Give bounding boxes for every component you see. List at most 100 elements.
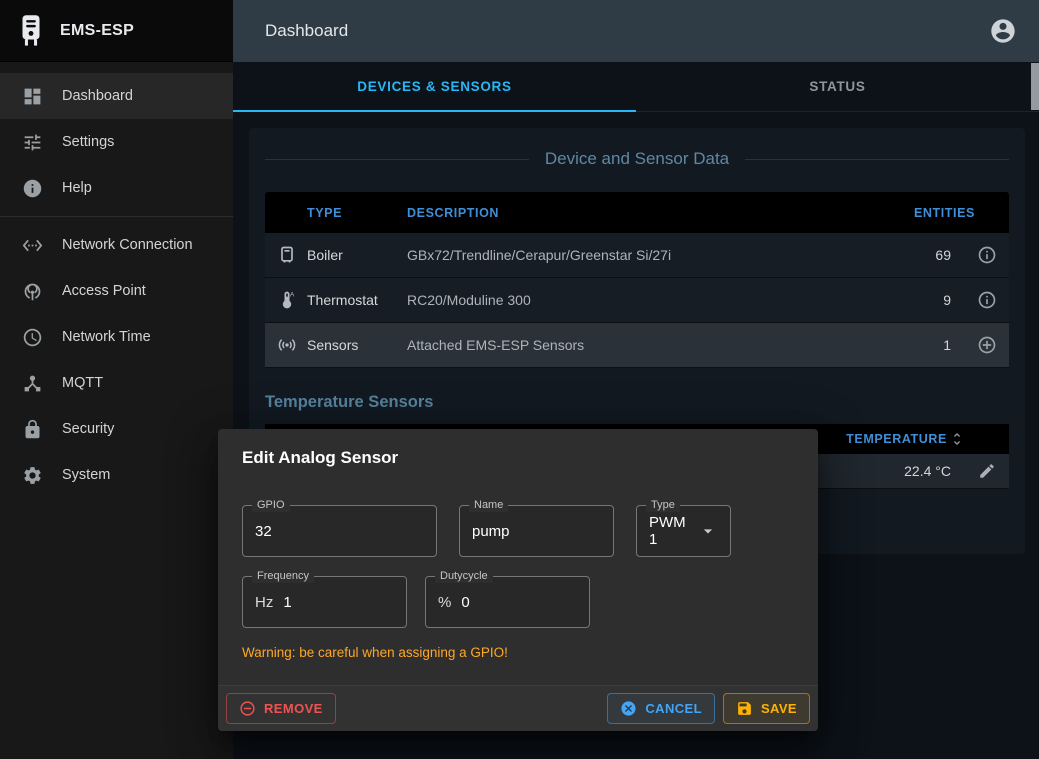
chevron-down-icon	[698, 521, 718, 541]
section-heading: Device and Sensor Data	[265, 148, 1009, 170]
tab-devices-sensors[interactable]: DEVICES & SENSORS	[233, 62, 636, 111]
account-circle-icon[interactable]	[989, 17, 1017, 45]
sidebar-item-mqtt[interactable]: MQTT	[0, 360, 233, 406]
remove-button-label: REMOVE	[264, 701, 323, 716]
wifi-tethering-icon	[22, 281, 43, 302]
sidebar-item-label: Dashboard	[62, 88, 133, 104]
gpio-field-value: 32	[255, 523, 272, 540]
device-entities-count: 9	[943, 292, 965, 308]
sidebar-item-access-point[interactable]: Access Point	[0, 268, 233, 314]
edit-icon[interactable]	[978, 462, 996, 480]
clock-icon	[22, 327, 43, 348]
sidebar-item-label: Settings	[62, 134, 114, 150]
device-description: RC20/Moduline 300	[407, 292, 885, 308]
sidebar-nav: Dashboard Settings Help Network Connec	[0, 62, 233, 498]
sidebar-item-label: MQTT	[62, 375, 103, 391]
table-row-thermostat[interactable]: A Thermostat RC20/Moduline 300 9	[265, 278, 1009, 323]
device-table: TYPE DESCRIPTION ENTITIES Boiler GBx72/T…	[265, 192, 1009, 368]
divider-line	[745, 159, 1009, 160]
sidebar-item-label: Network Connection	[62, 237, 193, 253]
info-circle-icon[interactable]	[977, 290, 997, 310]
sidebar-item-label: Access Point	[62, 283, 146, 299]
column-header-entities: ENTITIES	[914, 206, 1009, 220]
sidebar-item-label: Security	[62, 421, 114, 437]
frequency-field-label: Frequency	[252, 570, 314, 583]
dutycycle-field[interactable]: Dutycycle % 0	[425, 576, 590, 628]
sidebar-item-label: Help	[62, 180, 92, 196]
column-header-temperature[interactable]: TEMPERATURE	[846, 431, 965, 447]
appbar: Dashboard	[233, 0, 1039, 62]
sidebar-item-network-time[interactable]: Network Time	[0, 314, 233, 360]
dutycycle-field-label: Dutycycle	[435, 570, 493, 583]
cancel-icon	[620, 700, 637, 717]
dutycycle-field-value: 0	[461, 594, 469, 611]
type-select-value: PWM 1	[649, 514, 698, 548]
tab-label: STATUS	[809, 79, 865, 94]
frequency-unit-adornment: Hz	[255, 594, 273, 611]
save-icon	[736, 700, 753, 717]
sidebar-item-label: Network Time	[62, 329, 151, 345]
temperature-value: 22.4 °C	[904, 463, 965, 479]
thermostat-icon: A	[277, 290, 297, 310]
dashboard-icon	[22, 86, 43, 107]
remove-button[interactable]: REMOVE	[226, 693, 336, 724]
device-type: Thermostat	[307, 292, 407, 308]
scrollbar[interactable]	[1031, 62, 1039, 759]
sidebar-item-help[interactable]: Help	[0, 165, 233, 211]
add-circle-icon[interactable]	[977, 335, 997, 355]
dutycycle-unit-adornment: %	[438, 594, 451, 611]
sidebar-divider	[0, 216, 233, 217]
sort-icon	[949, 431, 965, 447]
info-circle-icon[interactable]	[977, 245, 997, 265]
divider-line	[265, 159, 529, 160]
device-description: Attached EMS-ESP Sensors	[407, 337, 885, 353]
dialog-footer: REMOVE CANCEL SAVE	[218, 685, 818, 731]
scrollbar-thumb[interactable]	[1031, 63, 1039, 110]
sidebar-item-settings[interactable]: Settings	[0, 119, 233, 165]
sensors-icon	[277, 335, 297, 355]
name-field-value: pump	[472, 523, 510, 540]
sidebar-header: EMS-ESP	[0, 0, 233, 62]
gpio-warning-text: Warning: be careful when assigning a GPI…	[242, 645, 508, 660]
device-hub-icon	[22, 373, 43, 394]
section-title: Device and Sensor Data	[545, 149, 729, 169]
boiler-logo-icon	[16, 14, 46, 48]
app-title: EMS-ESP	[60, 22, 134, 40]
gear-icon	[22, 465, 43, 486]
sidebar-item-dashboard[interactable]: Dashboard	[0, 73, 233, 119]
tab-bar: DEVICES & SENSORS STATUS	[233, 62, 1039, 112]
type-select-label: Type	[646, 499, 680, 512]
table-row-sensors[interactable]: Sensors Attached EMS-ESP Sensors 1	[265, 323, 1009, 368]
gpio-field[interactable]: GPIO 32	[242, 505, 437, 557]
tab-label: DEVICES & SENSORS	[357, 79, 511, 94]
sidebar-item-label: System	[62, 467, 110, 483]
sidebar-item-network-connection[interactable]: Network Connection	[0, 222, 233, 268]
save-button-label: SAVE	[761, 701, 797, 716]
device-description: GBx72/Trendline/Cerapur/Greenstar Si/27i	[407, 247, 885, 263]
column-header-description: DESCRIPTION	[407, 206, 885, 220]
edit-analog-sensor-dialog: Edit Analog Sensor GPIO 32 Name pump Typ…	[218, 429, 818, 731]
sidebar-item-system[interactable]: System	[0, 452, 233, 498]
column-header-type: TYPE	[307, 206, 407, 220]
type-select[interactable]: Type PWM 1	[636, 505, 731, 557]
lock-icon	[22, 419, 43, 440]
device-entities-count: 1	[943, 337, 965, 353]
name-field[interactable]: Name pump	[459, 505, 614, 557]
name-field-label: Name	[469, 499, 508, 512]
device-entities-count: 69	[935, 247, 965, 263]
ethernet-icon	[22, 235, 43, 256]
page-title: Dashboard	[265, 21, 989, 41]
gpio-field-label: GPIO	[252, 499, 290, 512]
sidebar: EMS-ESP Dashboard Settings Help	[0, 0, 233, 759]
device-type: Boiler	[307, 247, 407, 263]
cancel-button[interactable]: CANCEL	[607, 693, 715, 724]
sidebar-item-security[interactable]: Security	[0, 406, 233, 452]
device-table-header: TYPE DESCRIPTION ENTITIES	[265, 192, 1009, 233]
svg-text:A: A	[290, 292, 295, 299]
tab-status[interactable]: STATUS	[636, 62, 1039, 111]
frequency-field[interactable]: Frequency Hz 1	[242, 576, 407, 628]
boiler-icon	[277, 245, 297, 265]
save-button[interactable]: SAVE	[723, 693, 810, 724]
table-row-boiler[interactable]: Boiler GBx72/Trendline/Cerapur/Greenstar…	[265, 233, 1009, 278]
temperature-section-title: Temperature Sensors	[265, 393, 433, 412]
